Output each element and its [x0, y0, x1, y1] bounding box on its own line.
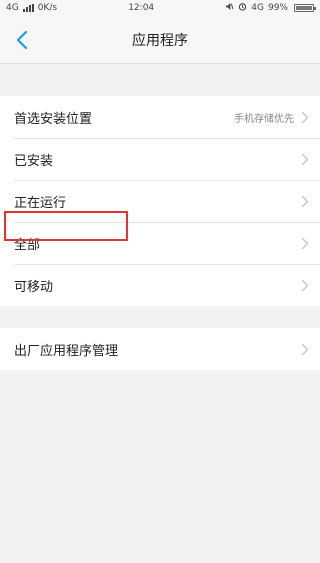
- chevron-right-icon: [300, 152, 310, 166]
- status-right: 4G 99%: [225, 2, 316, 14]
- row-value: 手机存储优先: [234, 113, 294, 125]
- chevron-right-icon: [300, 342, 310, 356]
- chevron-right-icon: [300, 194, 310, 208]
- network-type-right: 4G: [251, 3, 264, 13]
- signal-icon: [22, 4, 34, 12]
- title-bar: 应用程序: [0, 16, 320, 64]
- row-label: 出厂应用程序管理: [14, 343, 119, 359]
- battery-percent: 99%: [267, 3, 288, 13]
- row-label: 已安装: [14, 153, 54, 169]
- mute-icon: [225, 2, 234, 14]
- chevron-right-icon: [300, 278, 310, 292]
- row-all[interactable]: 全部: [0, 222, 320, 264]
- settings-group-factory: 出厂应用程序管理: [0, 328, 320, 370]
- row-factory-apps[interactable]: 出厂应用程序管理: [0, 328, 320, 370]
- status-left: 4G 0K/s: [6, 3, 57, 13]
- row-install-location[interactable]: 首选安装位置 手机存储优先: [0, 96, 320, 138]
- alarm-icon: [238, 2, 247, 14]
- network-speed: 0K/s: [37, 3, 58, 13]
- row-label: 可移动: [14, 279, 54, 295]
- back-button[interactable]: [10, 28, 34, 52]
- network-type-left: 4G: [6, 3, 19, 13]
- chevron-left-icon: [16, 30, 28, 50]
- status-bar: 4G 0K/s 12:04 4G 99%: [0, 0, 320, 16]
- chevron-right-icon: [300, 110, 310, 124]
- row-label: 首选安装位置: [14, 111, 93, 127]
- status-time: 12:04: [128, 3, 155, 13]
- settings-group-main: 首选安装位置 手机存储优先 已安装 正在运行 全部 可移动: [0, 96, 320, 306]
- row-installed[interactable]: 已安装: [0, 138, 320, 180]
- row-label: 全部: [14, 237, 41, 253]
- row-running[interactable]: 正在运行: [0, 180, 320, 222]
- chevron-right-icon: [300, 236, 310, 250]
- row-movable[interactable]: 可移动: [0, 264, 320, 306]
- battery-icon: [294, 4, 316, 12]
- row-label: 正在运行: [14, 195, 67, 211]
- page-title: 应用程序: [132, 32, 188, 49]
